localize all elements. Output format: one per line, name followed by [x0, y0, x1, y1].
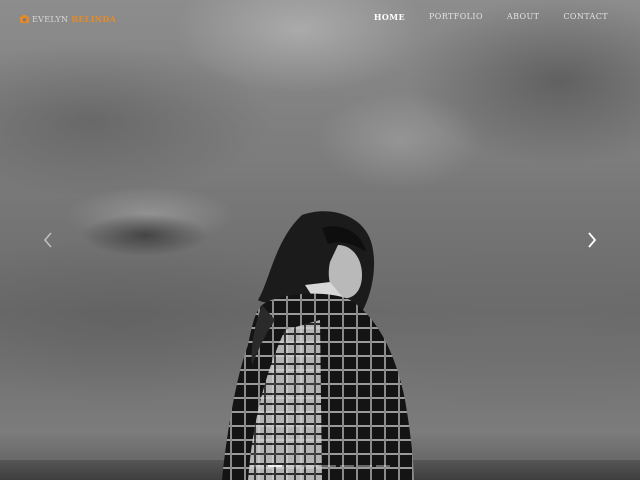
slider-dot[interactable] [340, 465, 354, 467]
nav-portfolio[interactable]: PORTFOLIO [429, 12, 483, 22]
slider-dot[interactable] [286, 465, 300, 467]
brand-last-name: BELINDA [71, 14, 117, 24]
slider-dot[interactable] [268, 465, 282, 467]
nav-about[interactable]: ABOUT [507, 12, 539, 22]
camera-icon [20, 15, 29, 23]
top-navigation: EVELYN BELINDA HOME PORTFOLIO ABOUT CONT… [0, 0, 640, 36]
hero-photo [222, 211, 414, 480]
slider-dot[interactable] [358, 465, 372, 467]
chevron-right-icon[interactable] [585, 230, 599, 250]
nav-home[interactable]: HOME [374, 12, 405, 22]
main-menu: HOME PORTFOLIO ABOUT CONTACT [374, 12, 608, 22]
slider-dot[interactable] [322, 465, 336, 467]
nav-contact[interactable]: CONTACT [563, 12, 608, 22]
brand-first-name: EVELYN [32, 14, 69, 24]
chevron-left-icon[interactable] [41, 230, 55, 250]
hero-slider [0, 0, 640, 480]
slider-dot[interactable] [304, 465, 318, 467]
brand-logo[interactable]: EVELYN BELINDA [20, 12, 116, 26]
slider-dot[interactable] [376, 465, 390, 467]
slider-pagination [250, 465, 390, 467]
slider-dot[interactable] [250, 465, 264, 467]
